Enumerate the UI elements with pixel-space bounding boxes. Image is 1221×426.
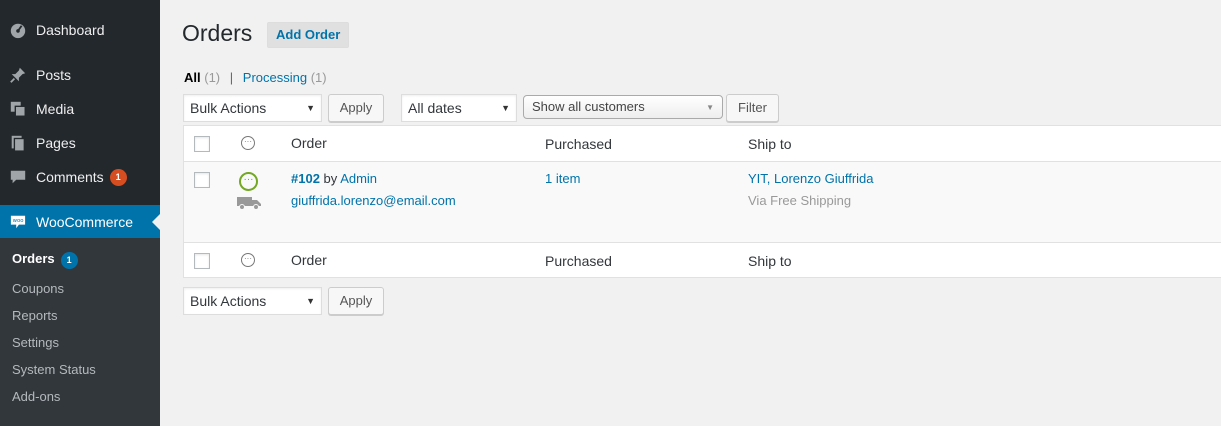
column-order[interactable]: Order	[291, 135, 327, 151]
select-all-checkbox[interactable]	[194, 136, 210, 152]
menu-label: Posts	[36, 67, 72, 83]
select-value: Bulk Actions	[190, 293, 267, 309]
orders-table: ··· Order Purchased Ship to ··· #102 by …	[183, 125, 1221, 278]
filter-processing-count: (1)	[310, 70, 327, 85]
apply-button[interactable]: Apply	[328, 94, 384, 122]
media-icon	[0, 100, 36, 118]
filter-all[interactable]: All	[184, 70, 201, 85]
caret-down-icon: ▼	[501, 103, 510, 113]
pages-icon	[0, 134, 36, 152]
order-title: #102 by Admin	[291, 171, 377, 186]
caret-down-icon: ▼	[706, 103, 714, 112]
filter-button[interactable]: Filter	[726, 94, 779, 122]
purchased-items-link[interactable]: 1 item	[545, 171, 580, 186]
table-header-row: ··· Order Purchased Ship to	[184, 126, 1221, 162]
customer-select[interactable]: Show all customers ▼	[523, 95, 723, 119]
menu-item-comments[interactable]: Comments 1	[0, 160, 160, 194]
menu-label: Media	[36, 101, 75, 117]
menu-item-posts[interactable]: Posts	[0, 58, 160, 92]
customer-email-link[interactable]: giuffrida.lorenzo@email.com	[291, 193, 456, 208]
menu-item-woocommerce[interactable]: woo WooCommerce	[0, 205, 160, 239]
status-column-icon[interactable]: ···	[241, 136, 255, 150]
svg-text:woo: woo	[13, 218, 24, 224]
apply-button-bottom[interactable]: Apply	[328, 287, 384, 315]
status-column-icon[interactable]: ···	[241, 253, 255, 267]
column-order-footer[interactable]: Order	[291, 252, 327, 268]
filter-processing[interactable]: Processing	[243, 70, 307, 85]
submenu-item-reports[interactable]: Reports	[12, 308, 58, 323]
menu-label: WooCommerce	[36, 214, 133, 230]
woocommerce-submenu: Orders 1 Coupons Reports Settings System …	[0, 238, 160, 426]
comment-icon	[0, 168, 36, 186]
processing-status-icon: ···	[239, 172, 258, 191]
pin-icon	[0, 66, 36, 84]
menu-label: Dashboard	[36, 22, 105, 38]
shipping-method: Via Free Shipping	[748, 193, 852, 208]
column-ship-to-footer: Ship to	[748, 253, 792, 269]
submenu-label: Orders	[12, 251, 55, 266]
order-number-link[interactable]: #102	[291, 171, 320, 186]
select-value: All dates	[408, 100, 462, 116]
menu-item-media[interactable]: Media	[0, 92, 160, 126]
menu-label: Comments	[36, 169, 104, 185]
menu-item-pages[interactable]: Pages	[0, 126, 160, 160]
customer-link[interactable]: Admin	[340, 171, 377, 186]
current-menu-arrow	[152, 214, 160, 230]
admin-sidebar: Dashboard Posts Media Pages Comments 1 w…	[0, 0, 160, 426]
filter-all-count: (1)	[204, 70, 221, 85]
table-row: ··· #102 by Admin giuffrida.lorenzo@emai…	[184, 162, 1221, 242]
submenu-item-settings[interactable]: Settings	[12, 335, 59, 350]
submenu-item-orders[interactable]: Orders 1	[12, 251, 78, 269]
filter-separator: |	[229, 70, 234, 85]
row-checkbox[interactable]	[194, 172, 210, 188]
menu-label: Pages	[36, 135, 76, 151]
bulk-actions-select[interactable]: Bulk Actions ▼	[183, 94, 322, 122]
add-order-button[interactable]: Add Order	[267, 22, 350, 48]
order-by-text: by	[323, 171, 338, 186]
submenu-item-coupons[interactable]: Coupons	[12, 281, 64, 296]
select-value: Show all customers	[532, 99, 645, 114]
caret-down-icon: ▼	[306, 296, 315, 306]
main-content: Orders Add Order All (1) | Processing (1…	[160, 0, 1221, 426]
comments-count-badge: 1	[109, 168, 127, 186]
woo-icon: woo	[0, 214, 36, 230]
caret-down-icon: ▼	[306, 103, 315, 113]
dates-select[interactable]: All dates ▼	[401, 94, 517, 122]
orders-count-badge: 1	[60, 252, 78, 269]
column-ship-to: Ship to	[748, 136, 792, 152]
column-purchased: Purchased	[545, 136, 612, 152]
select-value: Bulk Actions	[190, 100, 267, 116]
submenu-item-add-ons[interactable]: Add-ons	[12, 389, 60, 404]
submenu-item-system-status[interactable]: System Status	[12, 362, 96, 377]
table-footer-row: ··· Order Purchased Ship to	[184, 242, 1221, 278]
page-title: Orders	[182, 20, 253, 46]
ship-to-address-link[interactable]: YIT, Lorenzo Giuffrida	[748, 171, 874, 186]
menu-item-dashboard[interactable]: Dashboard	[0, 13, 160, 47]
bulk-actions-select-bottom[interactable]: Bulk Actions ▼	[183, 287, 322, 315]
truck-icon	[234, 196, 263, 213]
select-all-checkbox-footer[interactable]	[194, 253, 210, 269]
status-filter-links: All (1) | Processing (1)	[184, 70, 327, 85]
dashboard-icon	[0, 21, 36, 39]
column-purchased-footer: Purchased	[545, 253, 612, 269]
